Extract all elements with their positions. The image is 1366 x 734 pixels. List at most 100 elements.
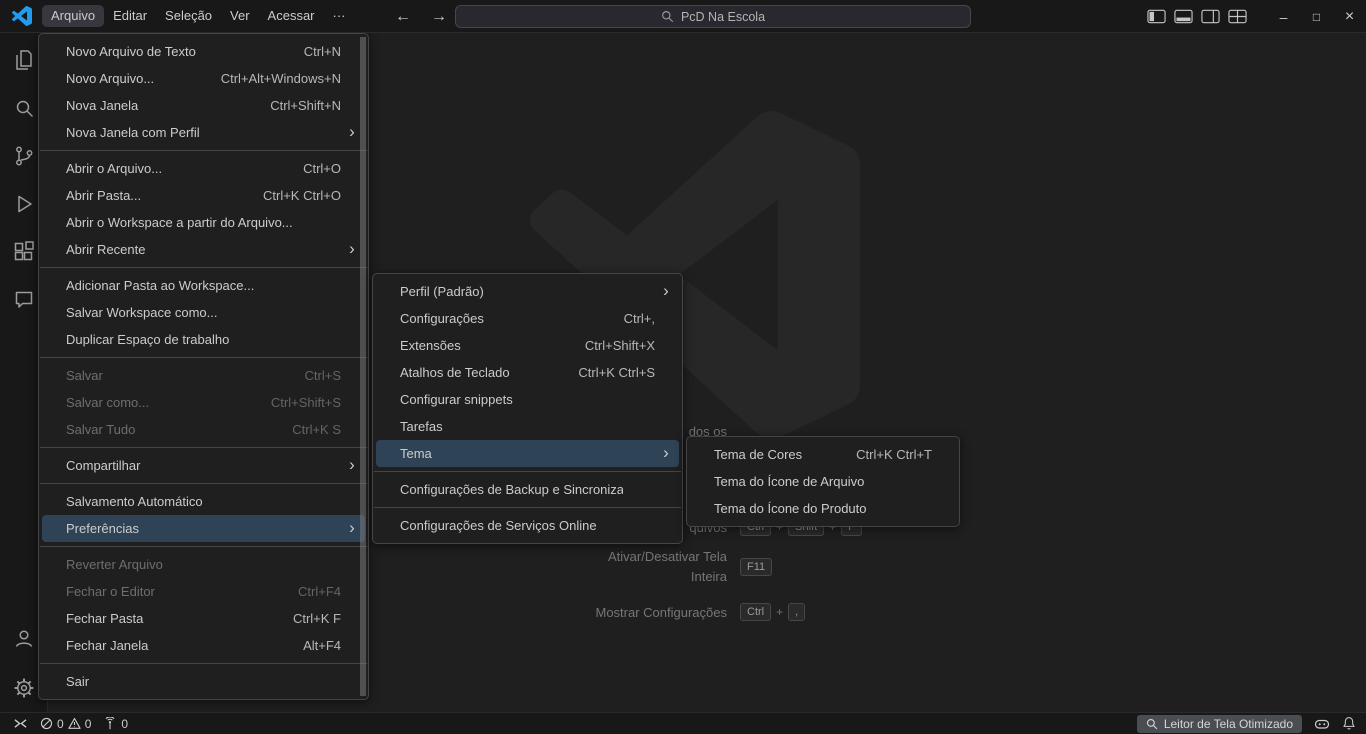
screen-reader-status[interactable]: Leitor de Tela Otimizado [1136,714,1302,733]
submenu-arrow-icon [345,38,359,65]
problems-indicator[interactable]: 0 0 [36,713,95,734]
titlebar: Arquivo Editar Seleção Ver Acessar ··· ← → Pc… [0,0,1366,33]
menu-item-label: Nova Janela [66,98,139,113]
menu-item[interactable]: Tema de Cores Ctrl+K Ctrl+T [690,441,956,468]
menu-item[interactable]: Tema do Ícone de Arquivo [690,468,956,495]
menu-item[interactable]: Adicionar Pasta ao Workspace... [42,272,365,299]
minimize-button[interactable]: – [1267,0,1300,33]
broadcast-tower-icon [105,716,115,729]
menu-item[interactable]: Perfil (Padrão) › [376,278,679,305]
menu-item-label: Salvar Tudo [66,422,136,437]
customize-layout-button[interactable] [1224,0,1251,33]
menubar-item[interactable]: Seleção [156,5,221,27]
menu-item[interactable]: Configurações de Backup e Sincronização.… [376,476,679,503]
titlebar-controls: – □ × [1143,0,1366,33]
menu-item-shortcut: Ctrl+K Ctrl+O [262,188,341,203]
menu-item[interactable]: Abrir Pasta... Ctrl+K Ctrl+O [42,182,365,209]
menu-item[interactable] [40,357,367,358]
menu-item[interactable]: Sair [42,668,365,695]
menu-item[interactable]: Salvar Workspace como... [42,299,365,326]
menu-item[interactable]: Salvar como... Ctrl+Shift+S [42,389,365,416]
submenu-arrow-icon [659,386,673,413]
submenu-arrow-icon [345,416,359,443]
menu-item-shortcut: Alt+F4 [303,638,341,653]
menu-item[interactable]: Configurar snippets [376,386,679,413]
menu-item[interactable] [40,447,367,448]
toggle-panel-button[interactable] [1170,0,1197,33]
ports-indicator[interactable]: 0 [99,713,132,734]
menu-item[interactable]: Abrir o Workspace a partir do Arquivo... [42,209,365,236]
menu-item-label: Preferências [66,521,139,536]
menu-item[interactable]: Abrir Recente › [42,236,365,263]
menu-item[interactable]: Tarefas [376,413,679,440]
submenu-arrow-icon: › [663,443,669,462]
menu-item[interactable] [40,483,367,484]
remote-indicator[interactable] [9,713,32,734]
watermark-label: Ativar/Desativar Tela Inteira [608,549,727,584]
menubar-item[interactable]: Acessar [259,5,324,27]
menu-item-shortcut: Ctrl+Shift+X [584,338,655,353]
menu-item[interactable]: Atalhos de Teclado Ctrl+K Ctrl+S [376,359,679,386]
menu-item[interactable]: Fechar Pasta Ctrl+K F [42,605,365,632]
menu-item[interactable]: Salvamento Automático [42,488,365,515]
menu-item[interactable]: Novo Arquivo... Ctrl+Alt+Windows+N [42,65,365,92]
vscode-logo-icon [12,6,32,26]
menu-item[interactable]: Tema › [376,440,679,467]
submenu-arrow-icon: › [349,518,355,537]
file-menu: Novo Arquivo de Texto Ctrl+N Novo Arquiv… [38,33,369,700]
keycap: , [788,603,806,621]
submenu-arrow-icon [936,495,950,522]
close-button[interactable]: × [1333,0,1366,33]
back-button[interactable]: ← [392,8,414,26]
menu-item[interactable] [40,663,367,664]
maximize-button[interactable]: □ [1300,0,1333,33]
menu-item[interactable]: Salvar Ctrl+S [42,362,365,389]
menu-item[interactable]: Reverter Arquivo [42,551,365,578]
menu-item-label: Salvar [66,368,103,383]
ports-count: 0 [121,716,129,731]
copilot-icon[interactable] [1314,717,1330,731]
menu-item[interactable]: Nova Janela Ctrl+Shift+N [42,92,365,119]
menu-item[interactable]: Tema do Ícone do Produto [690,495,956,522]
submenu-arrow-icon [345,272,359,299]
menu-item[interactable]: Extensões Ctrl+Shift+X [376,332,679,359]
menu-item-label: Duplicar Espaço de trabalho [66,332,230,347]
menu-item[interactable]: Preferências › [42,515,365,542]
forward-button[interactable]: → [428,8,450,26]
menu-item-shortcut: Ctrl+Shift+N [270,98,341,113]
menu-item-shortcut: Ctrl+S [304,368,341,383]
notifications-bell-icon[interactable] [1342,716,1356,731]
menu-item[interactable] [374,507,681,508]
menu-item-label: Configurações [400,311,484,326]
menu-item[interactable]: Fechar o Editor Ctrl+F4 [42,578,365,605]
menubar-item[interactable]: ··· [324,5,355,27]
menu-item[interactable] [40,546,367,547]
menubar-item[interactable]: Arquivo [42,5,105,27]
submenu-arrow-icon [345,578,359,605]
menu-item[interactable]: Abrir o Arquivo... Ctrl+O [42,155,365,182]
menu-item[interactable] [40,150,367,151]
menu-item-label: Tarefas [400,419,443,434]
menu-item[interactable]: Configurações Ctrl+, [376,305,679,332]
menu-item[interactable]: Compartilhar › [42,452,365,479]
toggle-secondary-sidebar-button[interactable] [1197,0,1224,33]
menu-item[interactable]: Duplicar Espaço de trabalho [42,326,365,353]
toggle-primary-sidebar-button[interactable] [1143,0,1170,33]
menu-item-label: Fechar o Editor [66,584,155,599]
submenu-arrow-icon [345,668,359,695]
menu-item-label: Nova Janela com Perfil [66,125,200,140]
search-box[interactable]: PcD Na Escola [455,5,971,28]
menu-item[interactable]: Configurações de Serviços Online [376,512,679,539]
menu-item-label: Salvar Workspace como... [66,305,218,320]
menubar-item[interactable]: Ver [221,5,259,27]
menu-item[interactable] [40,267,367,268]
menu-item[interactable]: Salvar Tudo Ctrl+K S [42,416,365,443]
menu-item[interactable] [374,471,681,472]
magnifier-icon [1146,718,1158,729]
submenu-arrow-icon [936,441,950,468]
menu-item[interactable]: Nova Janela com Perfil › [42,119,365,146]
menu-item[interactable]: Novo Arquivo de Texto Ctrl+N [42,38,365,65]
menu-item[interactable]: Fechar Janela Alt+F4 [42,632,365,659]
menubar-item[interactable]: Editar [104,5,156,27]
menu-scrollbar[interactable] [360,37,366,696]
